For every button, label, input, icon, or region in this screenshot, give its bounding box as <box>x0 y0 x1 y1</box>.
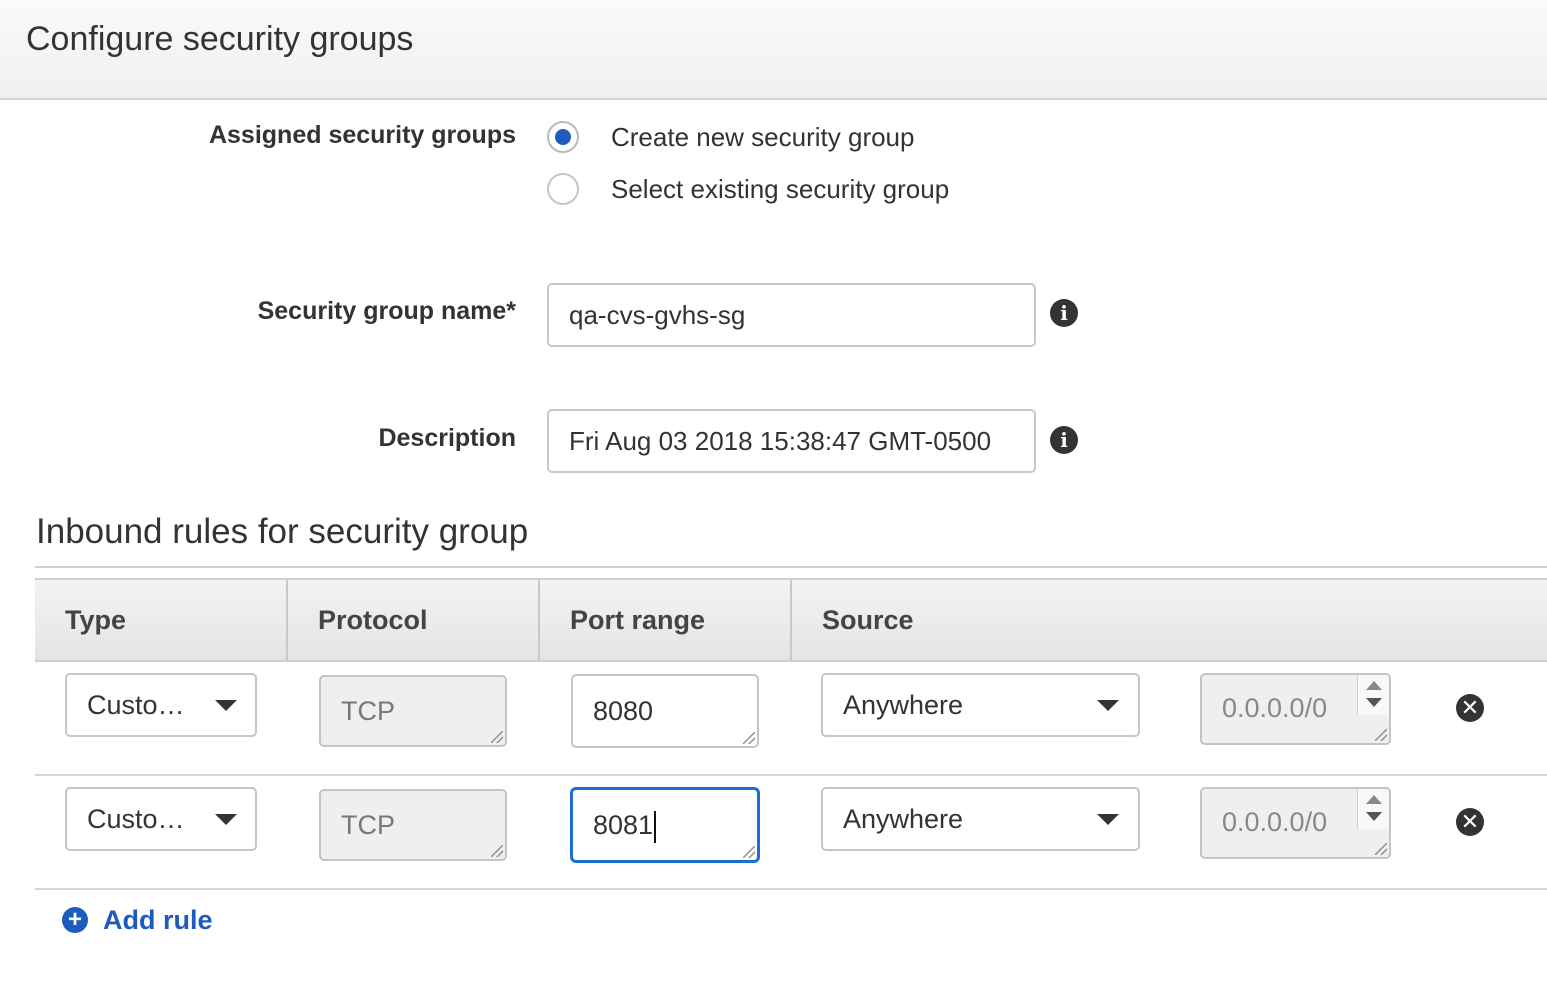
cidr-value: 0.0.0.0/0 <box>1222 693 1328 723</box>
source-select[interactable]: Anywhere <box>821 673 1140 737</box>
cidr-value: 0.0.0.0/0 <box>1222 807 1328 837</box>
port-range-input[interactable]: 8081 <box>571 788 759 862</box>
resize-grip-icon <box>491 845 503 857</box>
protocol-field: TCP <box>319 675 507 747</box>
chevron-down-icon <box>1097 814 1119 825</box>
source-cidr-field[interactable]: 0.0.0.0/0 <box>1200 673 1391 745</box>
resize-grip-icon[interactable] <box>743 846 755 858</box>
arrow-down-icon[interactable] <box>1366 812 1382 821</box>
resize-grip-icon[interactable] <box>1375 843 1387 855</box>
radio-label-select-existing: Select existing security group <box>611 173 950 204</box>
source-cidr-field[interactable]: 0.0.0.0/0 <box>1200 787 1391 859</box>
source-select-value: Anywhere <box>843 690 964 720</box>
radio-select-existing-security-group[interactable]: Select existing security group <box>547 172 949 206</box>
resize-grip-icon <box>491 731 503 743</box>
arrow-up-icon[interactable] <box>1366 795 1382 804</box>
description-input[interactable]: Fri Aug 03 2018 15:38:47 GMT-0500 <box>547 409 1036 473</box>
add-rule-label[interactable]: Add rule <box>103 905 213 936</box>
chevron-down-icon <box>215 814 237 825</box>
port-range-input[interactable]: 8080 <box>571 674 759 748</box>
assigned-security-groups-label: Assigned security groups <box>208 121 516 149</box>
radio-label-create-new: Create new security group <box>611 121 915 152</box>
protocol-field: TCP <box>319 789 507 861</box>
rules-table-header: Type Protocol Port range Source <box>35 578 1547 662</box>
page-header: Configure security groups <box>0 0 1547 100</box>
row-divider <box>35 774 1547 776</box>
radio-create-new-security-group[interactable]: Create new security group <box>547 120 914 154</box>
security-group-name-input[interactable]: qa-cvs-gvhs-sg <box>547 283 1036 347</box>
text-cursor <box>654 810 657 843</box>
plus-circle-icon[interactable]: + <box>62 907 88 933</box>
spinner-control[interactable] <box>1357 675 1389 715</box>
source-select[interactable]: Anywhere <box>821 787 1140 851</box>
arrow-up-icon[interactable] <box>1366 681 1382 690</box>
remove-rule-button[interactable]: ✕ <box>1456 694 1484 722</box>
chevron-down-icon <box>1097 700 1119 711</box>
port-range-value: 8081 <box>593 810 654 840</box>
info-icon[interactable]: i <box>1050 299 1078 327</box>
column-header-protocol: Protocol <box>318 605 428 635</box>
resize-grip-icon[interactable] <box>743 732 755 744</box>
source-select-value: Anywhere <box>843 804 964 834</box>
section-divider <box>35 566 1547 568</box>
column-header-source: Source <box>822 605 914 635</box>
column-header-type: Type <box>65 605 127 635</box>
port-range-value: 8080 <box>593 696 654 726</box>
arrow-down-icon[interactable] <box>1366 698 1382 707</box>
radio-button-unchecked[interactable] <box>547 173 579 205</box>
resize-grip-icon[interactable] <box>1375 729 1387 741</box>
column-header-port-range: Port range <box>570 605 706 635</box>
page-title: Configure security groups <box>26 20 414 58</box>
type-select[interactable]: Custo… <box>65 787 257 851</box>
protocol-value: TCP <box>341 810 395 840</box>
inbound-rules-title: Inbound rules for security group <box>36 512 529 551</box>
type-select-value: Custo… <box>87 804 185 834</box>
row-divider <box>35 888 1547 890</box>
info-icon[interactable]: i <box>1050 426 1078 454</box>
radio-button-checked[interactable] <box>547 121 579 153</box>
spinner-control[interactable] <box>1357 789 1389 829</box>
protocol-value: TCP <box>341 696 395 726</box>
security-group-name-label: Security group name* <box>257 297 516 325</box>
chevron-down-icon <box>215 700 237 711</box>
add-rule-button[interactable]: + Add rule <box>62 903 213 937</box>
type-select[interactable]: Custo… <box>65 673 257 737</box>
type-select-value: Custo… <box>87 690 185 720</box>
description-label: Description <box>378 424 516 452</box>
remove-rule-button[interactable]: ✕ <box>1456 808 1484 836</box>
